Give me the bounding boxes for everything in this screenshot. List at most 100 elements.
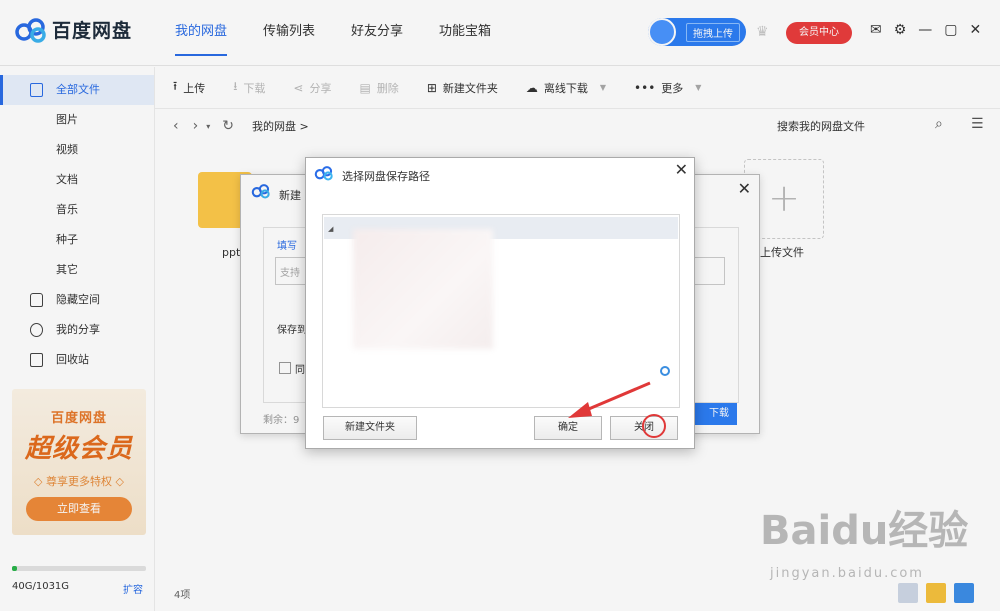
sidebar-item-label: 全部文件 <box>56 83 100 96</box>
chevron-down-icon[interactable]: ▾ <box>206 122 210 131</box>
back-icon[interactable]: ‹ <box>173 118 179 134</box>
promo-title: 百度网盘 <box>50 411 107 426</box>
sidebar-item-all-files[interactable]: 全部文件 <box>0 75 154 105</box>
storage-bar-fill <box>12 566 18 571</box>
promo-view-button[interactable]: 立即查看 <box>26 497 132 521</box>
new-folder-button[interactable]: ⊞ 新建文件夹 <box>427 80 498 96</box>
delete-button[interactable]: ▤ 删除 <box>359 80 398 96</box>
breadcrumb[interactable]: 我的网盘 > <box>252 118 309 134</box>
folder-tree[interactable]: ◢ <box>322 214 680 408</box>
close-icon[interactable]: ✕ <box>675 160 688 179</box>
offline-download-button[interactable]: ☁ 离线下载 ▼ <box>526 80 606 96</box>
forward-icon[interactable]: › <box>193 118 199 134</box>
download-label: 下载 <box>243 81 266 95</box>
more-button[interactable]: ••• 更多 ▼ <box>634 80 701 96</box>
share-icon <box>30 323 43 337</box>
promo-subtitle: 超级会员 <box>24 434 133 464</box>
drag-upload-label: 拖拽上传 <box>686 22 740 42</box>
more-label: 更多 <box>661 81 684 95</box>
file-icon <box>30 83 43 97</box>
folder-label: ppt <box>222 246 241 259</box>
watermark-url: jingyan.baidu.com <box>770 566 924 581</box>
upload-label: 上传 <box>183 81 206 95</box>
sidebar-item-other[interactable]: 其它 <box>0 255 154 285</box>
offline-download-label: 离线下载 <box>543 81 588 95</box>
grid-view-icon[interactable] <box>898 583 918 603</box>
sidebar-item-hidden-space[interactable]: 隐藏空间 <box>0 285 154 315</box>
title-bar: 百度网盘 我的网盘 传输列表 好友分享 功能宝箱 拖拽上传 ♛ 会员中心 ✉ ⚙… <box>0 0 1000 66</box>
toolbar: ⭱ 上传 ⭳ 下载 ⋖ 分享 ▤ 删除 ⊞ 新建文件夹 ☁ 离线下载 ▼ ••• 更多 ▼ <box>155 67 1000 109</box>
baidu-cloud-logo-icon <box>15 17 46 43</box>
gear-icon[interactable]: ⚙ <box>894 22 907 38</box>
upload-cloud-icon <box>648 18 676 46</box>
drag-upload-button[interactable]: 拖拽上传 <box>648 18 746 46</box>
tab-my-disk[interactable]: 我的网盘 <box>175 0 228 66</box>
download-icon: ⭳ <box>233 79 238 93</box>
sidebar-item-torrents[interactable]: 种子 <box>0 225 154 255</box>
chevron-down-icon: ▼ <box>695 83 702 92</box>
sidebar-item-recycle-bin[interactable]: 回收站 <box>0 345 154 375</box>
share-button[interactable]: ⋖ 分享 <box>293 80 331 96</box>
search-input[interactable]: 搜索我的网盘文件 <box>777 118 865 134</box>
sidebar-item-label: 文档 <box>56 173 78 186</box>
expand-storage-link[interactable]: 扩容 <box>123 581 143 596</box>
vip-promo-banner[interactable]: 百度网盘 超级会员 ◇ 尊享更多特权 ◇ 立即查看 <box>12 389 146 535</box>
item-count: 4项 <box>174 590 191 601</box>
vip-center-button[interactable]: 会员中心 <box>786 22 852 44</box>
close-icon[interactable]: ✕ <box>970 22 982 38</box>
upload-status-icon[interactable] <box>926 583 946 603</box>
sidebar-item-music[interactable]: 音乐 <box>0 195 154 225</box>
app-title: 百度网盘 <box>52 20 133 42</box>
baidu-cloud-logo-icon <box>314 166 333 181</box>
tab-toolbox[interactable]: 功能宝箱 <box>439 0 491 66</box>
checkbox[interactable] <box>279 362 291 374</box>
upload-file-label: 上传文件 <box>760 246 804 259</box>
download-button[interactable]: ⭳ 下载 <box>233 77 265 98</box>
new-folder-button[interactable]: 新建文件夹 <box>323 416 417 440</box>
minimize-icon[interactable]: — <box>918 22 932 38</box>
promo-desc: ◇ 尊享更多特权 ◇ <box>34 475 124 488</box>
sidebar-item-images[interactable]: 图片 <box>0 105 154 135</box>
dialog-title: 新建 <box>279 189 301 202</box>
click-indicator <box>642 414 666 438</box>
sidebar-item-label: 隐藏空间 <box>56 293 100 306</box>
sidebar-item-label: 音乐 <box>56 203 78 216</box>
save-path-dialog: 选择网盘保存路径 ✕ ◢ 新建文件夹 确定 关闭 <box>305 157 695 449</box>
list-view-icon[interactable]: ☰ <box>971 116 984 132</box>
bottom-icons <box>898 583 974 603</box>
expand-arrow-icon[interactable]: ◢ <box>328 225 333 233</box>
sidebar-item-my-shares[interactable]: 我的分享 <box>0 315 154 345</box>
upload-button[interactable]: ⭱ 上传 <box>173 77 205 98</box>
main-nav: 我的网盘 传输列表 好友分享 功能宝箱 <box>175 0 527 66</box>
app-logo: 百度网盘 <box>14 16 132 43</box>
crown-icon[interactable]: ♛ <box>756 24 769 40</box>
tab-transfer-list[interactable]: 传输列表 <box>263 0 315 66</box>
more-icon: ••• <box>634 80 656 95</box>
sidebar-item-label: 图片 <box>56 113 78 126</box>
dialog-title: 选择网盘保存路径 <box>342 170 430 183</box>
tab-friend-share[interactable]: 好友分享 <box>351 0 403 66</box>
sidebar-item-docs[interactable]: 文档 <box>0 165 154 195</box>
sidebar-item-label: 回收站 <box>56 353 89 366</box>
close-icon[interactable]: ✕ <box>738 179 751 198</box>
refresh-icon[interactable]: ↻ <box>222 118 234 134</box>
blurred-content <box>353 229 493 349</box>
sidebar-item-videos[interactable]: 视频 <box>0 135 154 165</box>
sidebar-item-label: 我的分享 <box>56 323 100 336</box>
new-folder-label: 新建文件夹 <box>442 81 498 95</box>
cursor-indicator <box>660 366 670 376</box>
sidebar: 全部文件 图片 视频 文档 音乐 种子 其它 隐藏空间 我的分享 回收站 百度网… <box>0 67 155 611</box>
lock-icon[interactable] <box>954 583 974 603</box>
mail-icon[interactable]: ✉ <box>870 22 882 38</box>
delete-label: 删除 <box>376 81 399 95</box>
upload-icon: ⭱ <box>173 79 178 93</box>
sidebar-item-label: 其它 <box>56 263 78 276</box>
search-icon[interactable]: ⌕ <box>935 116 943 132</box>
ok-button[interactable]: 确定 <box>534 416 602 440</box>
trash-icon: ▤ <box>359 80 371 95</box>
path-bar: ‹ › ▾ ↻ 我的网盘 > 搜索我的网盘文件 ⌕ ☰ <box>155 110 1000 142</box>
breadcrumb-item[interactable]: 我的网盘 <box>252 120 296 133</box>
maximize-icon[interactable]: ▢ <box>944 22 957 38</box>
sidebar-item-label: 种子 <box>56 233 78 246</box>
sidebar-item-label: 视频 <box>56 143 78 156</box>
